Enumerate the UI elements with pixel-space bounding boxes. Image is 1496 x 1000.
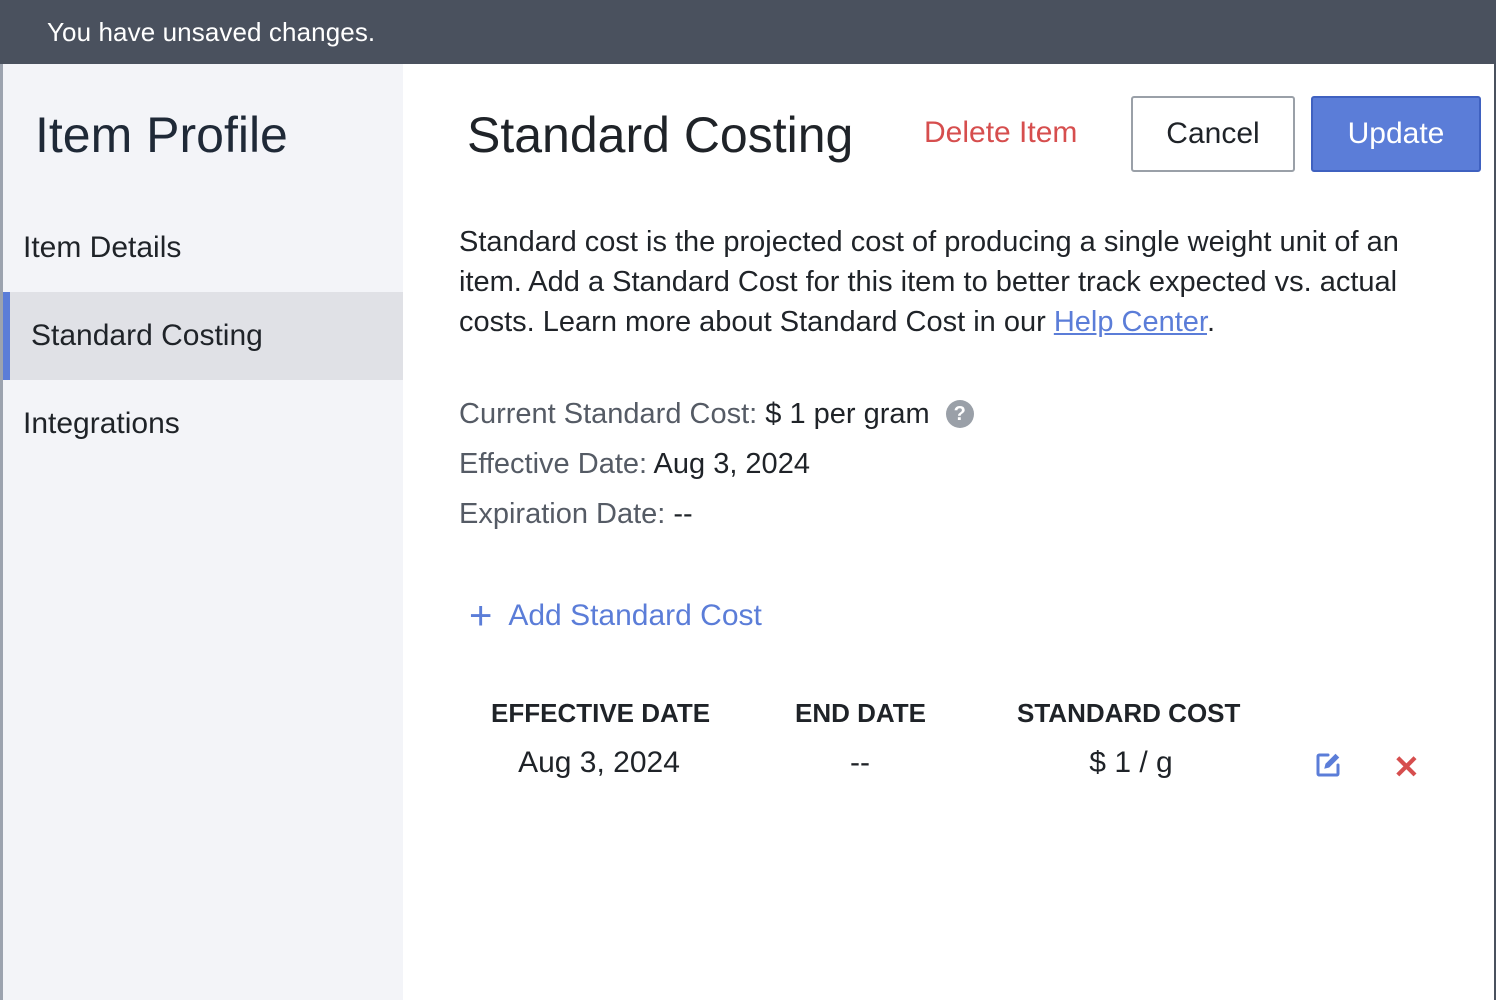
sidebar: Item Profile Item Details Standard Costi… (3, 64, 403, 1000)
column-header-end-date: END DATE (795, 698, 926, 728)
unsaved-changes-banner: You have unsaved changes. (0, 0, 1496, 64)
banner-message: You have unsaved changes. (47, 17, 376, 47)
effective-date: Effective Date: Aug 3, 2024 (459, 448, 810, 481)
column-header-standard-cost: STANDARD COST (1017, 698, 1241, 728)
row-standard-cost: $ 1 / g (1089, 746, 1173, 779)
description: Standard cost is the projected cost of p… (459, 222, 1459, 342)
description-suffix: . (1206, 306, 1216, 338)
help-center-link[interactable]: Help Center (1054, 306, 1207, 338)
sidebar-item-item-details[interactable]: Item Details (3, 204, 403, 292)
close-icon[interactable]: ✕ (1393, 748, 1420, 786)
sidebar-item-integrations[interactable]: Integrations (3, 380, 403, 468)
main-content: Standard Costing Delete Item Cancel Upda… (403, 64, 1494, 1000)
sidebar-title: Item Profile (35, 107, 288, 163)
sidebar-item-standard-costing[interactable]: Standard Costing (3, 292, 403, 380)
expiration-date-value: -- (673, 498, 693, 530)
cancel-button[interactable]: Cancel (1131, 96, 1295, 172)
current-cost-value: $ 1 per gram (765, 398, 930, 430)
current-cost-label: Current Standard Cost: (459, 398, 758, 430)
edit-icon[interactable] (1313, 750, 1343, 780)
page-title: Standard Costing (467, 107, 854, 163)
current-standard-cost: Current Standard Cost: $ 1 per gram ? (459, 398, 974, 431)
sidebar-item-label: Standard Costing (31, 319, 263, 352)
description-text: Standard cost is the projected cost of p… (459, 226, 1399, 338)
effective-date-value: Aug 3, 2024 (653, 448, 810, 480)
update-button[interactable]: Update (1311, 96, 1481, 172)
expiration-date: Expiration Date: -- (459, 498, 693, 531)
sidebar-item-label: Item Details (23, 231, 182, 264)
question-circle-icon[interactable]: ? (945, 400, 974, 428)
add-standard-cost-label: Add Standard Cost (508, 599, 762, 632)
column-header-effective-date: EFFECTIVE DATE (491, 698, 711, 728)
delete-item-button[interactable]: Delete Item (924, 116, 1077, 150)
expiration-date-label: Expiration Date: (459, 498, 666, 530)
row-end-date: -- (850, 746, 870, 779)
row-effective-date: Aug 3, 2024 (518, 746, 680, 779)
add-standard-cost-button[interactable]: + Add Standard Cost (469, 594, 762, 639)
effective-date-label: Effective Date: (459, 448, 648, 480)
plus-icon: + (469, 594, 493, 638)
sidebar-item-label: Integrations (23, 407, 180, 440)
